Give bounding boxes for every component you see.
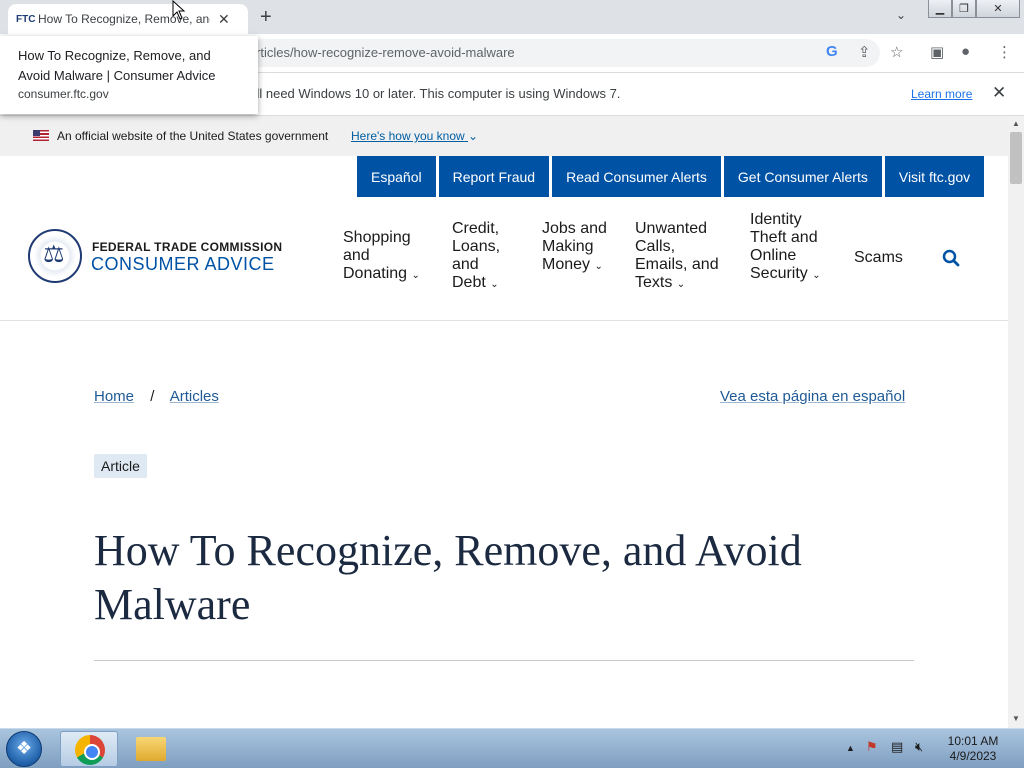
gov-banner-text: An official website of the United States… <box>57 129 329 143</box>
taskbar-chrome[interactable] <box>60 731 118 767</box>
get-consumer-alerts-button[interactable]: Get Consumer Alerts <box>723 156 882 197</box>
show-hidden-icons-icon[interactable]: ▲ <box>846 743 855 753</box>
report-fraud-button[interactable]: Report Fraud <box>438 156 550 197</box>
address-bar[interactable]: rticles/how-recognize-remove-avoid-malwa… <box>230 39 880 67</box>
site-header: FEDERAL TRADE COMMISSION CONSUMER ADVICE… <box>0 197 1008 321</box>
us-flag-icon <box>33 130 49 141</box>
nav-credit[interactable]: Credit, Loans, and Debt ⌄ <box>452 220 512 294</box>
ftc-seal-logo[interactable] <box>28 229 82 283</box>
hover-card-domain: consumer.ftc.gov <box>18 87 109 101</box>
start-button[interactable] <box>6 731 42 767</box>
title-divider <box>94 660 914 661</box>
google-lens-icon[interactable]: G <box>826 43 838 60</box>
chevron-down-icon: ⌄ <box>676 279 686 290</box>
clock-time: 10:01 AM <box>947 734 999 748</box>
page-title: How To Recognize, Remove, and Avoid Malw… <box>94 526 802 629</box>
tab-strip: FTC How To Recognize, Remove, and Avoid … <box>0 0 1024 34</box>
nav-unwanted-calls[interactable]: Unwanted Calls, Emails, and Texts ⌄ <box>635 220 727 294</box>
web-page: An official website of the United States… <box>0 116 1008 728</box>
clock-date: 4/9/2023 <box>949 749 997 763</box>
heres-how-you-know-label: Here's how you know <box>351 129 465 143</box>
scroll-up-arrow-icon[interactable]: ▲ <box>1012 119 1020 128</box>
infobar-message: 'll need Windows 10 or later. This compu… <box>254 86 621 101</box>
browser-tab[interactable]: FTC How To Recognize, Remove, and Avoid … <box>8 4 248 34</box>
scrollbar-thumb[interactable] <box>1010 132 1022 184</box>
chevron-down-icon: ⌄ <box>490 279 499 290</box>
nav-scams-label: Scams <box>854 249 903 266</box>
restore-button[interactable]: ❐ <box>952 0 976 18</box>
tab-close-icon[interactable]: ✕ <box>218 11 230 28</box>
read-consumer-alerts-button[interactable]: Read Consumer Alerts <box>552 156 721 197</box>
agency-name[interactable]: FEDERAL TRADE COMMISSION <box>92 240 282 254</box>
address-bar-url: rticles/how-recognize-remove-avoid-malwa… <box>256 45 515 60</box>
menu-kebab-icon[interactable]: ⋮ <box>997 43 1012 61</box>
espanol-button[interactable]: Español <box>357 156 436 197</box>
profile-avatar-icon[interactable]: ● <box>961 43 970 60</box>
chrome-icon <box>75 735 105 765</box>
hover-card-title: How To Recognize, Remove, and Avoid Malw… <box>18 48 216 83</box>
breadcrumb-home-link[interactable]: Home <box>94 388 134 405</box>
network-icon[interactable]: ▤ <box>891 739 903 755</box>
visit-ftc-button[interactable]: Visit ftc.gov <box>884 156 985 197</box>
minimize-button[interactable]: ▁ <box>928 0 952 18</box>
nav-shopping-label: Shopping and Donating <box>343 229 411 282</box>
breadcrumb-separator: / <box>150 388 155 405</box>
side-panel-icon[interactable]: ▣ <box>930 43 944 61</box>
volume-muted-icon[interactable]: 🔇︎ <box>915 739 923 755</box>
windows-taskbar: ▲ ⚑ ▤ 🔇︎ 10:01 AM 4/9/2023 <box>0 728 1024 768</box>
system-clock[interactable]: 10:01 AM 4/9/2023 <box>940 734 1006 764</box>
scroll-down-arrow-icon[interactable]: ▼ <box>1012 714 1020 723</box>
chevron-down-icon: ⌄ <box>468 129 479 143</box>
content-type-badge: Article <box>94 454 147 478</box>
gov-banner: An official website of the United States… <box>0 116 1008 156</box>
breadcrumb-articles-link[interactable]: Articles <box>170 388 219 405</box>
nav-identity-theft-label: Identity Theft and Online Security <box>750 211 818 282</box>
taskbar-explorer[interactable] <box>122 731 180 767</box>
infobar-close-icon[interactable]: ✕ <box>992 83 1006 103</box>
ftc-favicon-icon: FTC <box>16 13 36 25</box>
nav-scams[interactable]: Scams <box>854 249 903 267</box>
breadcrumb: Home / Articles <box>94 388 219 405</box>
search-icon[interactable] <box>942 249 960 272</box>
learn-more-link[interactable]: Learn more <box>911 87 972 101</box>
site-name[interactable]: CONSUMER ADVICE <box>91 254 275 275</box>
chevron-down-icon: ⌄ <box>411 270 420 281</box>
close-window-button[interactable]: ✕ <box>976 0 1020 18</box>
nav-jobs[interactable]: Jobs and Making Money ⌄ <box>542 220 612 276</box>
spanish-version-link[interactable]: Vea esta página en español <box>720 388 905 405</box>
chevron-down-icon: ⌄ <box>594 261 603 272</box>
nav-identity-theft[interactable]: Identity Theft and Online Security ⌄ <box>750 211 832 285</box>
bookmark-star-icon[interactable]: ☆ <box>890 43 903 61</box>
heres-how-you-know-link[interactable]: Here's how you know ⌄ <box>351 129 478 143</box>
utility-buttons: Español Report Fraud Read Consumer Alert… <box>357 156 985 197</box>
folder-icon <box>136 737 166 761</box>
mouse-cursor-icon <box>172 0 186 20</box>
share-icon[interactable]: ⇪ <box>858 43 871 61</box>
chevron-down-icon: ⌄ <box>812 270 821 281</box>
tab-hover-card: How To Recognize, Remove, and Avoid Malw… <box>0 36 258 114</box>
action-center-flag-icon[interactable]: ⚑ <box>866 739 878 755</box>
nav-shopping[interactable]: Shopping and Donating ⌄ <box>343 229 433 285</box>
page-scrollbar[interactable]: ▲ ▼ <box>1008 116 1024 728</box>
new-tab-button[interactable]: + <box>260 6 272 29</box>
tab-search-chevron-icon[interactable]: ⌄ <box>896 8 906 22</box>
